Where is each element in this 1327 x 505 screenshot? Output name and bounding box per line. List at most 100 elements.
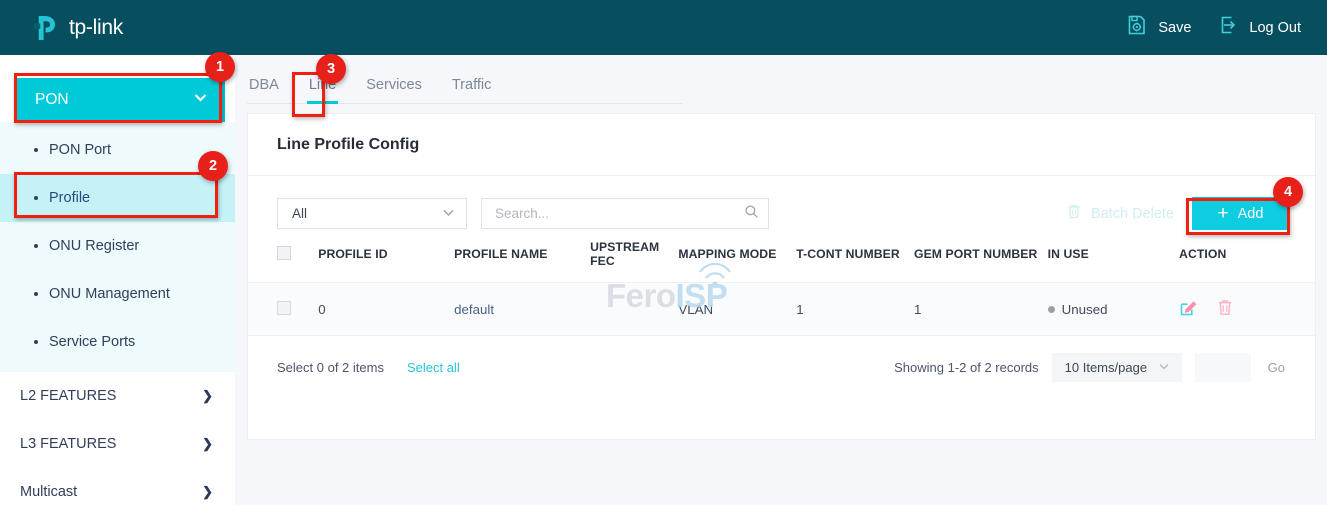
main-content: DBA Line Services Traffic Line Profile C… [235,55,1327,505]
save-button-label: Save [1158,20,1191,36]
filter-select-value: All [292,206,307,221]
column-mapping-mode: MAPPING MODE [678,232,796,283]
cell-profile-name: default [454,283,590,336]
delete-icon[interactable] [1216,298,1234,320]
row-checkbox-cell [248,283,318,336]
sidebar-item-pon-port[interactable]: PON Port [0,126,235,174]
cell-upstream-fec [590,283,678,336]
filter-select[interactable]: All [277,198,467,229]
sidebar-navigation: PON PON Port Profile ONU Register [0,55,235,505]
chevron-right-icon: ❯ [202,484,213,500]
sidebar-item-l3-features-label: L3 FEATURES [20,436,116,452]
bullet-icon [34,244,38,248]
column-upstream-fec: UPSTREAM FEC [590,232,678,283]
cell-mapping-mode: VLAN [678,283,796,336]
sidebar-item-pon[interactable]: PON [16,78,225,122]
select-all-checkbox-header [248,232,318,283]
page-size-select[interactable]: 10 Items/page [1052,353,1182,382]
batch-delete-label: Batch Delete [1091,206,1174,222]
tab-traffic[interactable]: Traffic [450,77,493,103]
chevron-down-icon [192,89,209,111]
chevron-down-icon [1157,359,1171,376]
sidebar-item-l3-features[interactable]: L3 FEATURES ❯ [0,420,235,468]
cell-action [1179,283,1315,336]
row-actions [1179,298,1315,320]
sidebar-item-l2-features-label: L2 FEATURES [20,388,116,404]
sidebar-item-pon-port-label: PON Port [49,142,111,158]
sidebar-item-profile-label: Profile [49,190,90,206]
cell-in-use: Unused [1048,283,1179,336]
profile-name-link[interactable]: default [454,302,494,317]
row-checkbox[interactable] [277,301,291,315]
sidebar-item-service-ports[interactable]: Service Ports [0,318,235,366]
top-header-actions: Save Log Out [1125,13,1301,42]
column-profile-id: PROFILE ID [318,232,454,283]
table-toolbar: All Search... [248,176,1315,232]
logout-button-label: Log Out [1249,20,1301,36]
sidebar-item-onu-register[interactable]: ONU Register [0,222,235,270]
line-profile-table: PROFILE ID PROFILE NAME UPSTREAM FEC MAP… [248,232,1315,336]
add-button-label: Add [1238,206,1264,222]
table-header-row: PROFILE ID PROFILE NAME UPSTREAM FEC MAP… [248,232,1315,283]
tp-link-logo-icon [32,13,62,43]
select-all-checkbox[interactable] [277,246,291,260]
tab-line[interactable]: Line [307,77,338,103]
select-all-link[interactable]: Select all [407,360,460,375]
batch-delete-button[interactable]: Batch Delete [1066,203,1174,224]
bullet-icon [34,292,38,296]
selection-summary: Select 0 of 2 items [277,360,384,375]
bullet-icon [34,340,38,344]
tab-services[interactable]: Services [364,77,424,103]
column-action: ACTION [1179,232,1315,283]
go-button[interactable]: Go [1264,360,1289,375]
logout-button[interactable]: Log Out [1218,14,1301,41]
line-profile-card: Line Profile Config All Search... [247,113,1316,440]
table-footer: Select 0 of 2 items Select all Showing 1… [248,336,1315,382]
sidebar-item-onu-management-label: ONU Management [49,286,170,302]
save-button[interactable]: Save [1125,13,1191,42]
sidebar-item-l2-features[interactable]: L2 FEATURES ❯ [0,372,235,420]
column-gem-port-number: GEM PORT NUMBER [914,232,1048,283]
sidebar-item-profile[interactable]: Profile [0,174,235,222]
plus-icon: + [1218,204,1229,223]
save-gear-icon [1125,13,1149,42]
tab-bar: DBA Line Services Traffic [247,77,682,104]
table-row[interactable]: 0 default VLAN 1 1 Unused [248,283,1315,336]
page-number-input[interactable] [1195,353,1251,382]
status-dot-icon [1048,306,1055,313]
sidebar-item-multicast[interactable]: Multicast ❯ [0,468,235,505]
status-badge: Unused [1048,302,1179,317]
chevron-right-icon: ❯ [202,388,213,404]
sidebar-item-onu-management[interactable]: ONU Management [0,270,235,318]
table-body: 0 default VLAN 1 1 Unused [248,283,1315,336]
trash-icon [1066,203,1082,224]
toolbar-actions: Batch Delete + Add [1066,197,1289,230]
records-summary: Showing 1-2 of 2 records [894,360,1039,375]
logout-arrow-icon [1218,14,1240,41]
search-input-placeholder: Search... [495,206,549,221]
search-input[interactable]: Search... [481,198,769,229]
chevron-down-icon [441,205,456,223]
app-root: tp-link [0,0,1327,505]
sidebar-submenu-pon: PON Port Profile ONU Register ONU Manage… [0,122,235,372]
bullet-icon [34,148,38,152]
status-badge-label: Unused [1062,302,1108,317]
pagination-controls: Showing 1-2 of 2 records 10 Items/page G… [894,353,1289,382]
search-icon[interactable] [744,204,759,224]
sidebar-item-service-ports-label: Service Ports [49,334,135,350]
table-header: PROFILE ID PROFILE NAME UPSTREAM FEC MAP… [248,232,1315,283]
tab-dba[interactable]: DBA [247,77,281,103]
tp-link-logo: tp-link [32,13,123,43]
page-title: Line Profile Config [248,114,1315,154]
edit-icon[interactable] [1179,298,1198,320]
column-profile-name: PROFILE NAME [454,232,590,283]
cell-tcont-number: 1 [796,283,914,336]
sidebar-item-multicast-label: Multicast [20,484,77,500]
cell-profile-id: 0 [318,283,454,336]
chevron-right-icon: ❯ [202,436,213,452]
tp-link-logo-text: tp-link [69,16,123,40]
cell-gem-port-number: 1 [914,283,1048,336]
sidebar-item-pon-label: PON [35,91,69,109]
add-button[interactable]: + Add [1192,197,1289,230]
bullet-icon [34,196,38,200]
